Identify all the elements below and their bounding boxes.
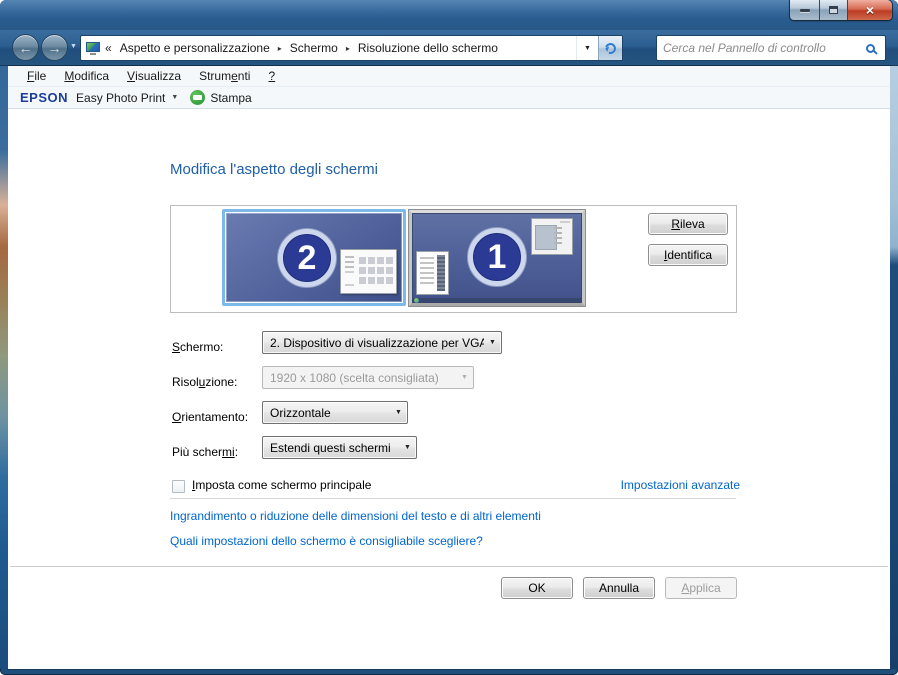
search-box	[656, 35, 886, 61]
breadcrumb-item-schermo[interactable]: Schermo	[288, 41, 340, 55]
piu-schermi-label: Più schermi:	[172, 440, 238, 463]
navigation-bar: ← → ▼ « Aspetto e personalizzazione ▸ Sc…	[0, 30, 898, 66]
menu-visualizza[interactable]: Visualizza	[118, 66, 190, 86]
orientamento-select[interactable]: Orizzontale ▼	[262, 401, 408, 424]
menu-bar: File Modifica Visualizza Strumenti ?	[8, 66, 890, 87]
rileva-button[interactable]: Rileva	[648, 213, 728, 235]
printer-icon	[190, 90, 205, 105]
monitor-1[interactable]: 1	[409, 210, 585, 306]
maximize-icon	[829, 6, 838, 14]
chevron-down-icon: ▼	[584, 45, 591, 52]
breadcrumb-item-risoluzione[interactable]: Risoluzione dello schermo	[356, 41, 500, 55]
page-content: Modifica l'aspetto degli schermi 2 1	[8, 109, 890, 669]
chevron-down-icon: ▼	[399, 444, 416, 451]
window-left-border	[0, 66, 8, 669]
schermo-select[interactable]: 2. Dispositivo di visualizzazione per VG…	[262, 331, 502, 354]
address-bar[interactable]: « Aspetto e personalizzazione ▸ Schermo …	[80, 35, 623, 61]
close-icon: ×	[866, 3, 874, 17]
back-button[interactable]: ←	[12, 34, 39, 61]
maximize-button[interactable]	[820, 0, 848, 20]
client-area: File Modifica Visualizza Strumenti ? EPS…	[8, 66, 890, 669]
list-window-icon	[416, 251, 449, 295]
identifica-button[interactable]: Identifica	[648, 244, 728, 266]
refresh-button[interactable]	[598, 36, 622, 60]
forward-button[interactable]: →	[41, 34, 68, 61]
applica-button: Applica	[665, 577, 737, 599]
chevron-down-icon[interactable]: ▼	[171, 94, 178, 101]
piu-schermi-select[interactable]: Estendi questi schermi ▼	[262, 436, 417, 459]
which-settings-link[interactable]: Quali impostazioni dello schermo è consi…	[170, 534, 483, 548]
stampa-button[interactable]: Stampa	[210, 91, 251, 105]
forward-arrow-icon: →	[48, 41, 62, 55]
annulla-button[interactable]: Annulla	[583, 577, 655, 599]
monitor-2-selected[interactable]: 2	[222, 209, 406, 306]
monitor-1-badge: 1	[468, 228, 526, 286]
monitor-2-badge: 2	[278, 229, 336, 287]
window-controls: ×	[790, 0, 892, 20]
menu-modifica[interactable]: Modifica	[55, 66, 118, 86]
control-panel-window: × ← → ▼ « Aspetto e personalizzazione ▸ …	[0, 0, 898, 675]
app-window-icon	[531, 218, 573, 255]
chevron-down-icon: ▼	[456, 374, 473, 381]
close-button[interactable]: ×	[848, 0, 892, 20]
impostazioni-avanzate-link[interactable]: Impostazioni avanzate	[621, 478, 740, 492]
primary-display-checkbox-label: Imposta come schermo principale	[192, 478, 371, 492]
breadcrumb-overflow-chevrons[interactable]: «	[105, 41, 112, 55]
menu-file[interactable]: File	[18, 66, 55, 86]
search-input[interactable]	[657, 38, 866, 58]
risoluzione-select: 1920 x 1080 (scelta consigliata) ▼	[262, 366, 474, 389]
chevron-down-icon: ▼	[484, 339, 501, 346]
title-bar: ×	[0, 0, 898, 30]
start-orb-icon	[414, 298, 419, 303]
display-icon	[86, 42, 100, 55]
monitor-2-screen: 2	[226, 213, 402, 302]
schermo-label: Schermo:	[172, 335, 223, 358]
epson-logo: EPSON	[20, 90, 68, 105]
ok-button[interactable]: OK	[501, 577, 573, 599]
orientamento-label: Orientamento:	[172, 405, 248, 428]
menu-strumenti[interactable]: Strumenti	[190, 66, 259, 86]
epson-app-button[interactable]: Easy Photo Print	[76, 91, 165, 105]
recent-pages-chevron-icon[interactable]: ▼	[70, 43, 77, 50]
separator	[170, 498, 736, 499]
taskbar-thumbnail	[412, 298, 582, 303]
menu-help[interactable]: ?	[259, 66, 284, 86]
page-title: Modifica l'aspetto degli schermi	[170, 161, 378, 178]
monitor-1-screen: 1	[412, 213, 582, 303]
breadcrumb-separator-icon[interactable]: ▸	[272, 44, 288, 53]
minimize-icon	[800, 9, 810, 12]
window-right-border	[890, 66, 898, 669]
breadcrumb: « Aspetto e personalizzazione ▸ Schermo …	[105, 41, 500, 55]
minimize-button[interactable]	[790, 0, 820, 20]
epson-toolbar: EPSON Easy Photo Print ▼ Stampa	[8, 87, 890, 109]
primary-display-checkbox[interactable]	[172, 480, 185, 493]
separator	[10, 566, 888, 567]
address-dropdown-button[interactable]: ▼	[576, 36, 598, 60]
risoluzione-label: Risoluzione:	[172, 370, 237, 393]
monitor-preview-frame: 2 1	[170, 205, 737, 313]
search-icon[interactable]	[866, 44, 875, 53]
breadcrumb-item-aspetto[interactable]: Aspetto e personalizzazione	[118, 41, 272, 55]
breadcrumb-separator-icon[interactable]: ▸	[340, 44, 356, 53]
chevron-down-icon: ▼	[390, 409, 407, 416]
refresh-icon	[603, 41, 618, 56]
calculator-window-icon	[340, 249, 397, 294]
back-arrow-icon: ←	[19, 41, 33, 55]
scaling-link[interactable]: Ingrandimento o riduzione delle dimensio…	[170, 509, 541, 523]
